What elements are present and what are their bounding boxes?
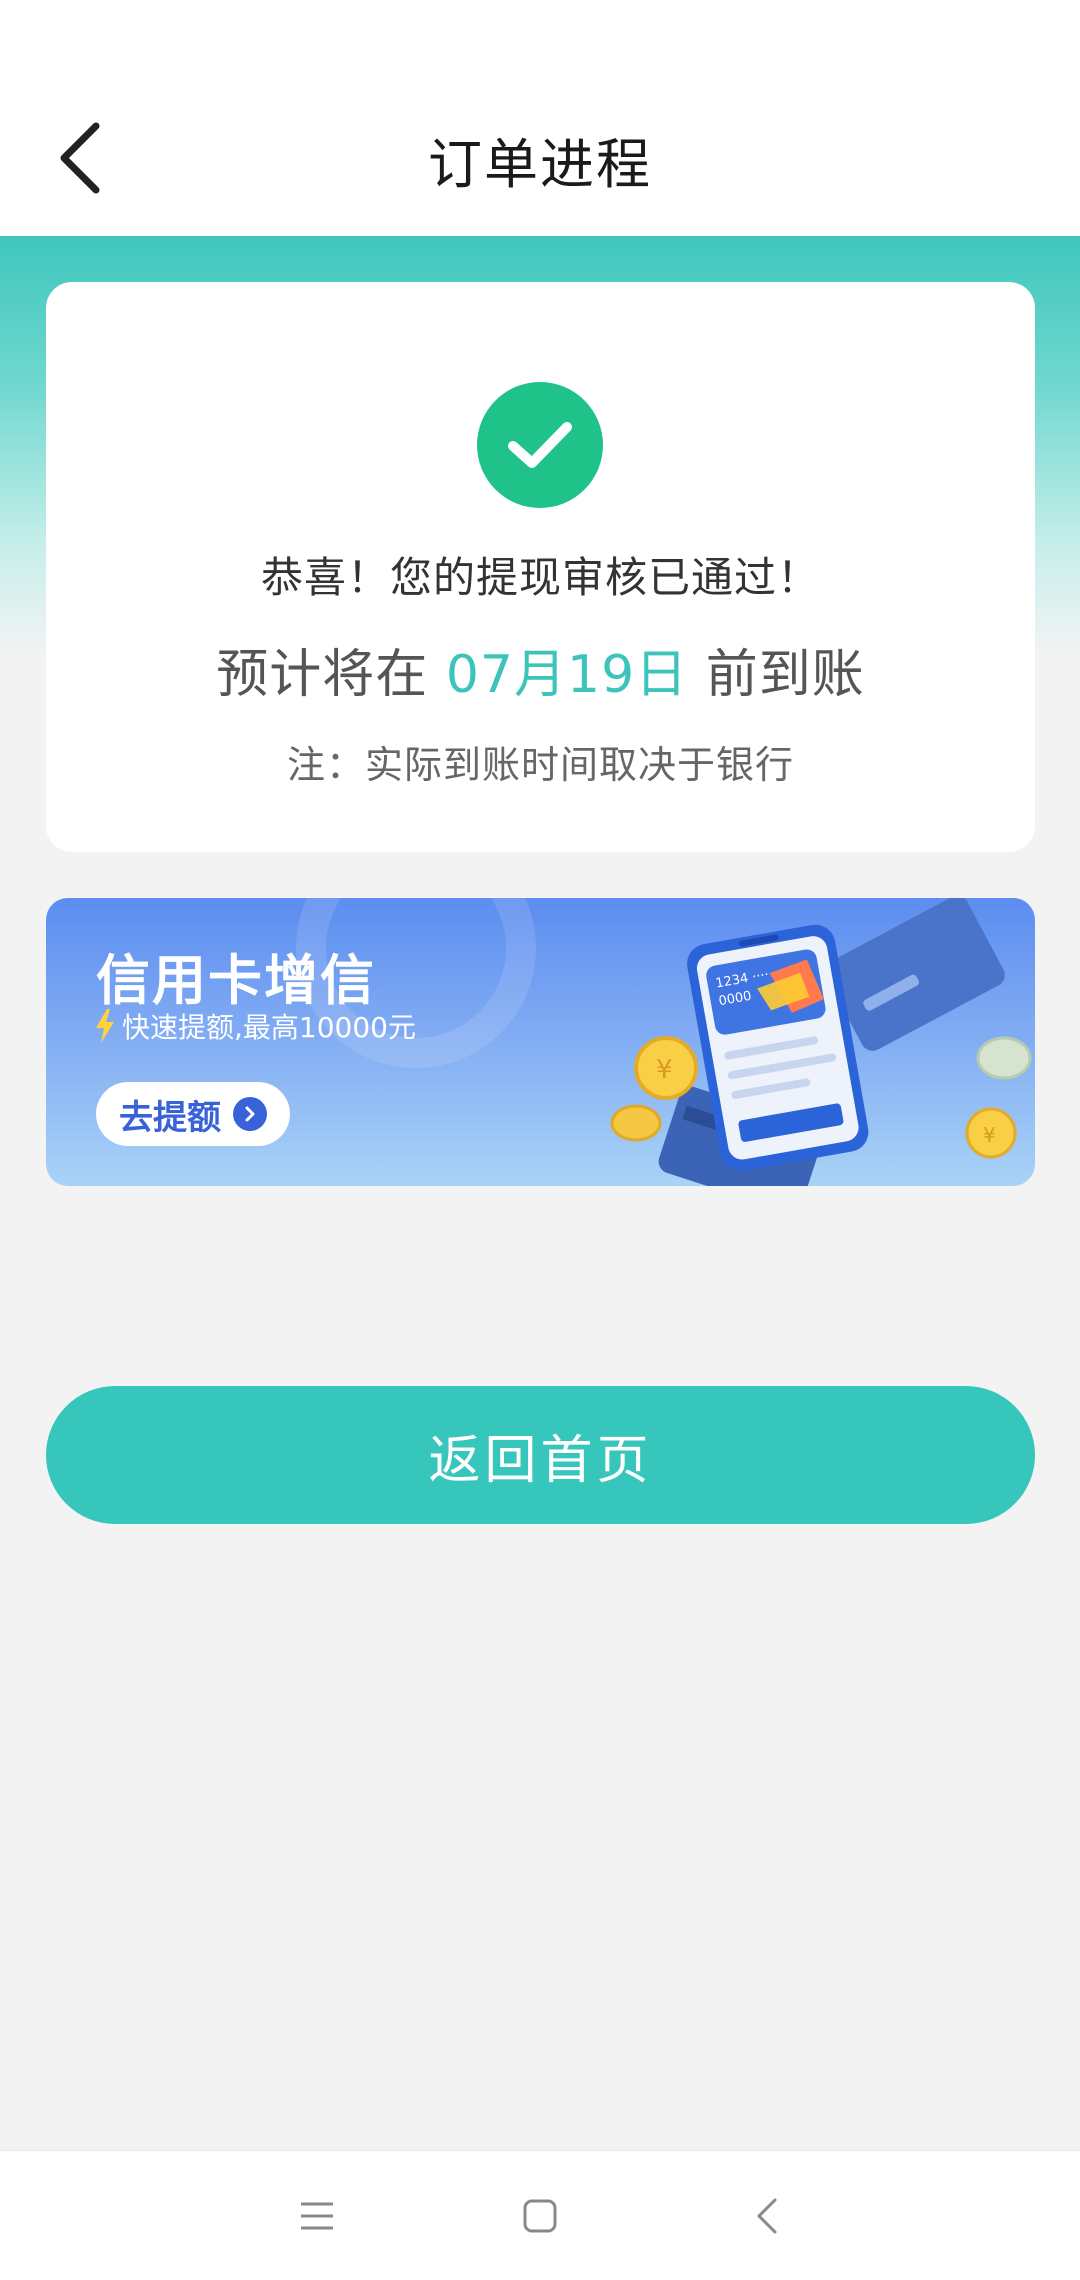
- congrats-message: 恭喜！您的提现审核已通过！: [260, 553, 820, 602]
- promo-banner[interactable]: 信用卡增信 快速提额,最高10000元 去提额 1234 ···· 0000 ¥…: [46, 898, 1035, 1186]
- lightning-icon: [96, 1009, 114, 1043]
- home-square-icon: [523, 2199, 557, 2233]
- raise-limit-button[interactable]: 去提额: [96, 1082, 290, 1146]
- chevron-right-icon: [233, 1097, 267, 1131]
- nav-home-button[interactable]: [505, 2181, 575, 2251]
- nav-back-icon: [757, 2198, 777, 2234]
- promo-subtitle: 快速提额,最高10000元: [122, 1011, 416, 1044]
- arrival-estimate: 预计将在 07月19日 前到账: [46, 632, 1035, 707]
- return-home-button[interactable]: 返回首页: [46, 1386, 1035, 1524]
- arrival-prefix: 预计将在: [216, 645, 429, 705]
- arrival-suffix: 前到账: [705, 645, 865, 705]
- nav-menu-button[interactable]: [282, 2181, 352, 2251]
- arrival-note: 注：实际到账时间取决于银行: [286, 743, 794, 787]
- svg-text:¥: ¥: [656, 1055, 673, 1085]
- arrival-date: 07月19日: [445, 645, 689, 705]
- result-card: 恭喜！您的提现审核已通过！ 预计将在 07月19日 前到账 注：实际到账时间取决…: [46, 282, 1035, 852]
- promo-title: 信用卡增信: [96, 949, 376, 1012]
- return-home-label: 返回首页: [428, 1430, 653, 1491]
- phone-card-illustration: 1234 ···· 0000 ¥ ¥: [610, 898, 1032, 1186]
- success-badge: [477, 382, 603, 508]
- page-title: 订单进程: [428, 133, 652, 196]
- svg-text:¥: ¥: [983, 1123, 996, 1147]
- menu-icon: [301, 2202, 333, 2230]
- system-nav-bar: [0, 2150, 1080, 2280]
- raise-limit-label: 去提额: [119, 1097, 221, 1138]
- promo-subtitle-row: 快速提额,最高10000元: [94, 1006, 416, 1046]
- top-bar: 订单进程: [0, 0, 1080, 236]
- nav-back-button[interactable]: [732, 2181, 802, 2251]
- check-icon: [508, 422, 572, 468]
